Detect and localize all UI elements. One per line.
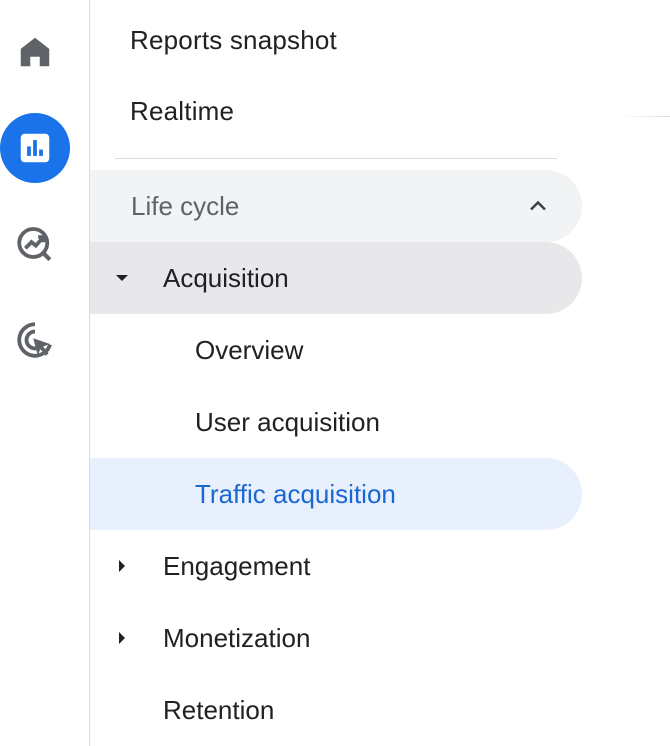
nav-user-acquisition-label: User acquisition: [195, 407, 380, 437]
nav-monetization[interactable]: Monetization: [90, 602, 582, 674]
home-button[interactable]: [0, 17, 70, 87]
explore-icon: [14, 222, 56, 264]
nav-overview[interactable]: Overview: [90, 314, 582, 386]
header-divider: [620, 116, 670, 117]
nav-retention[interactable]: Retention: [90, 674, 582, 746]
icon-rail: [0, 0, 90, 746]
nav-overview-label: Overview: [195, 335, 304, 365]
nav-realtime[interactable]: Realtime: [130, 75, 581, 147]
nav-acquisition-label: Acquisition: [163, 263, 289, 293]
reports-icon: [16, 129, 54, 167]
nav-engagement-label: Engagement: [163, 551, 311, 581]
nav-realtime-label: Realtime: [130, 95, 235, 126]
nav-divider: [115, 158, 557, 159]
caret-right-icon: [112, 556, 132, 576]
nav-reports-snapshot[interactable]: Reports snapshot: [130, 4, 581, 76]
nav-retention-label: Retention: [163, 695, 275, 725]
section-life-cycle-label: Life cycle: [131, 191, 240, 221]
explore-button[interactable]: [0, 208, 70, 278]
nav-reports-snapshot-label: Reports snapshot: [130, 24, 337, 55]
caret-down-icon: [112, 268, 132, 288]
section-life-cycle[interactable]: Life cycle: [90, 170, 582, 242]
nav-traffic-acquisition[interactable]: Traffic acquisition: [90, 458, 582, 530]
nav-monetization-label: Monetization: [163, 623, 311, 653]
nav-engagement[interactable]: Engagement: [90, 530, 582, 602]
advertising-button[interactable]: [0, 305, 70, 375]
home-icon: [16, 33, 54, 71]
caret-right-icon: [112, 628, 132, 648]
chevron-up-icon: [526, 194, 550, 218]
nav-traffic-acquisition-label: Traffic acquisition: [195, 479, 396, 509]
reports-button[interactable]: [0, 113, 70, 183]
nav-user-acquisition[interactable]: User acquisition: [90, 386, 582, 458]
advertising-icon: [14, 319, 56, 361]
nav-acquisition[interactable]: Acquisition: [90, 242, 582, 314]
